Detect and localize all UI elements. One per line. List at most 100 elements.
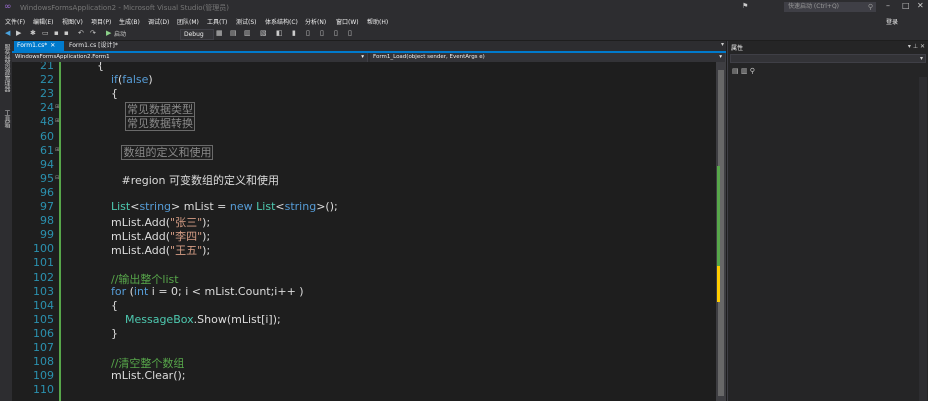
- menu-team[interactable]: 团队(M): [177, 17, 199, 26]
- menu-help[interactable]: 帮助(H): [367, 17, 388, 26]
- chevron-down-icon: ▾: [719, 54, 722, 60]
- categorized-icon[interactable]: ▤: [732, 67, 739, 75]
- menu-analyze[interactable]: 分析(N): [305, 17, 326, 26]
- fold-toggle-icon[interactable]: ⊟: [55, 175, 61, 181]
- tab-label: Form1.cs [设计]*: [69, 42, 118, 49]
- object-selector[interactable]: ▾: [730, 54, 926, 63]
- properties-title: 属性: [731, 45, 744, 52]
- line-number: 108: [33, 355, 54, 369]
- menu-bar: 文件(F) 编辑(E) 视图(V) 项目(P) 生成(B) 调试(D) 团队(M…: [0, 15, 928, 27]
- toolbar: ◀ ▶ ✱ ▭ ▪ ▪ ↶ ↷ ▶ 启动 Debug ▦ ▤ ▥ ▧ ◧ ▮ ▯…: [0, 27, 928, 40]
- bookmark-icon[interactable]: ▯: [348, 29, 352, 37]
- line-number: 61: [40, 143, 54, 157]
- close-icon[interactable]: ✕: [920, 43, 925, 50]
- toolbar-misc-icon[interactable]: ▥: [244, 29, 251, 37]
- line-number: 94: [40, 157, 54, 171]
- line-number: 103: [33, 284, 54, 298]
- close-icon[interactable]: ✕: [917, 1, 924, 10]
- tab-form1-code[interactable]: Form1.cs* ✕: [14, 41, 64, 51]
- menu-edit[interactable]: 编辑(E): [33, 17, 53, 26]
- line-number: 99: [40, 228, 54, 242]
- properties-toolbar: ▤ ▥ ⚲: [732, 67, 755, 75]
- maximize-icon[interactable]: □: [902, 1, 910, 10]
- forward-icon[interactable]: ▶: [16, 29, 21, 37]
- quick-launch-input[interactable]: 快速启动 (Ctrl+Q) ⚲: [784, 2, 876, 12]
- pin-icon[interactable]: ⊥: [913, 43, 918, 50]
- line-number: 107: [33, 341, 54, 354]
- document-tabs: Form1.cs* ✕ Form1.cs [设计]* ▾: [12, 41, 726, 53]
- bookmark-icon[interactable]: ▯: [320, 29, 324, 37]
- config-value: Debug: [184, 31, 204, 38]
- panel-header-icons[interactable]: ▾ ⊥ ✕: [908, 43, 925, 50]
- line-number: 101: [33, 256, 54, 270]
- code-line: #region 可变数组的定义和使用: [121, 173, 279, 187]
- menu-view[interactable]: 视图(V): [62, 17, 83, 26]
- new-project-icon[interactable]: ✱: [30, 29, 36, 37]
- search-icon: ⚲: [867, 3, 873, 11]
- fold-toggle-icon[interactable]: ⊞: [55, 118, 61, 124]
- minimize-icon[interactable]: –: [886, 1, 890, 10]
- code-line: mList.Clear();: [111, 369, 186, 383]
- open-icon[interactable]: ▭: [42, 29, 49, 37]
- property-pages-icon[interactable]: ⚲: [750, 67, 755, 75]
- code-line: 数组的定义和使用: [121, 144, 214, 160]
- menu-debug[interactable]: 调试(D): [148, 17, 169, 26]
- change-tracking-bar: [59, 62, 61, 401]
- line-number: 97: [40, 200, 54, 213]
- toolbar-misc-icon[interactable]: ▤: [230, 29, 237, 37]
- code-line: }: [111, 326, 118, 340]
- chevron-down-icon[interactable]: ▾: [908, 43, 911, 50]
- start-icon[interactable]: ▶: [106, 29, 111, 37]
- tab-form1-designer[interactable]: Form1.cs [设计]*: [66, 41, 136, 51]
- toolbar-misc-icon[interactable]: ▦: [216, 29, 223, 37]
- line-number: 21: [40, 62, 54, 72]
- member-dropdown[interactable]: Form1_Load(object sender, EventArgs e) ▾: [370, 53, 726, 62]
- bookmark-icon[interactable]: ▮: [292, 29, 296, 37]
- undo-icon[interactable]: ↶: [78, 29, 84, 37]
- menu-file[interactable]: 文件(F): [5, 17, 25, 26]
- login-button[interactable]: 登录: [886, 17, 898, 26]
- bookmark-icon[interactable]: ▯: [334, 29, 338, 37]
- class-dropdown-value: WindowsFormsApplication2.Form1: [15, 54, 110, 60]
- save-all-icon[interactable]: ▪: [64, 29, 69, 37]
- bookmark-icon[interactable]: ▯: [306, 29, 310, 37]
- code-line: if(false): [111, 73, 153, 87]
- fold-toggle-icon[interactable]: ⊞: [55, 104, 61, 110]
- menu-window[interactable]: 窗口(W): [336, 17, 359, 26]
- close-icon[interactable]: ✕: [50, 42, 55, 49]
- flag-icon[interactable]: ⚑: [742, 2, 748, 10]
- title-bar: ∞ WindowsFormsApplication2 - Microsoft V…: [0, 0, 928, 15]
- toolbox-tab[interactable]: 工具箱: [3, 110, 10, 128]
- properties-scrollbar[interactable]: [919, 77, 927, 401]
- code-line: 常见数据转换: [124, 116, 195, 132]
- menu-test[interactable]: 测试(S): [236, 17, 257, 26]
- menu-project[interactable]: 项目(P): [91, 17, 111, 26]
- server-explorer-tab[interactable]: 服务器资源管理器: [3, 44, 10, 92]
- line-number: 98: [40, 214, 54, 228]
- editor-scrollbar[interactable]: [716, 62, 726, 401]
- code-line: List<string> mList = new List<string>();: [111, 200, 338, 213]
- code-editor[interactable]: 21{22 if(false) 23 {24 ⊞ 常见数据类型 48 ⊞ 常见数据转换 6…: [12, 62, 716, 401]
- alphabetical-icon[interactable]: ▥: [741, 67, 748, 75]
- back-icon[interactable]: ◀: [5, 29, 10, 37]
- menu-build[interactable]: 生成(B): [119, 17, 140, 26]
- class-dropdown[interactable]: WindowsFormsApplication2.Form1 ▾: [12, 53, 368, 62]
- save-icon[interactable]: ▪: [54, 29, 59, 37]
- code-line: {: [111, 298, 118, 312]
- line-number: 60: [40, 129, 54, 143]
- menu-architecture[interactable]: 体系结构(C): [265, 17, 298, 26]
- line-number: 109: [33, 369, 54, 383]
- line-number: 22: [40, 73, 54, 87]
- tab-label: Form1.cs*: [17, 42, 48, 49]
- menu-tools[interactable]: 工具(T): [207, 17, 227, 26]
- redo-icon[interactable]: ↷: [90, 29, 96, 37]
- fold-toggle-icon[interactable]: ⊞: [55, 147, 61, 153]
- toolbar-misc-icon[interactable]: ◧: [276, 29, 283, 37]
- quick-launch-placeholder: 快速启动 (Ctrl+Q): [788, 3, 840, 10]
- tab-dropdown-icon[interactable]: ▾: [721, 41, 724, 48]
- line-number: 23: [40, 87, 54, 101]
- start-button[interactable]: 启动: [114, 29, 126, 38]
- toolbar-misc-icon[interactable]: ▧: [260, 29, 267, 37]
- code-line: mList.Add("王五");: [111, 244, 211, 258]
- config-dropdown[interactable]: Debug: [180, 29, 214, 40]
